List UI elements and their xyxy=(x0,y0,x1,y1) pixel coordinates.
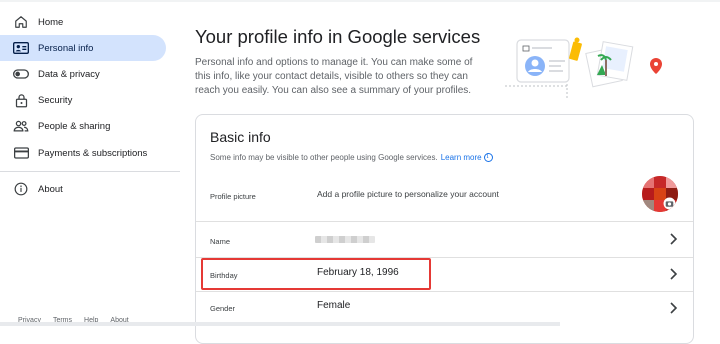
sidebar-item-about[interactable]: About xyxy=(0,176,166,202)
chevron-right-icon xyxy=(670,233,678,245)
chevron-right-icon xyxy=(670,268,678,280)
sidebar-item-label: Data & privacy xyxy=(38,68,100,80)
row-label: Gender xyxy=(210,304,236,313)
row-label: Name xyxy=(210,237,231,246)
chevron-right-icon xyxy=(670,302,678,314)
sidebar-item-personal-info[interactable]: Personal info xyxy=(0,35,166,61)
sidebar-item-label: Security xyxy=(38,94,73,106)
sidebar-item-home[interactable]: Home xyxy=(0,9,166,35)
sidebar-item-label: Personal info xyxy=(38,42,94,54)
card-title: Basic info xyxy=(210,129,271,145)
sidebar-item-label: People & sharing xyxy=(38,120,111,132)
credit-card-icon xyxy=(13,145,29,161)
avatar[interactable] xyxy=(642,176,678,212)
sidebar-item-payments[interactable]: Payments & subscriptions xyxy=(0,140,166,166)
horizontal-scrollbar[interactable] xyxy=(0,322,560,326)
info-icon xyxy=(483,153,493,162)
card-subtitle: Some info may be visible to other people… xyxy=(210,153,493,162)
camera-icon xyxy=(663,197,676,210)
redacted-name-value xyxy=(315,236,375,243)
profile-picture-row[interactable]: Profile picture Add a profile picture to… xyxy=(196,171,693,221)
info-circle-icon xyxy=(13,181,29,197)
sidebar-item-data-privacy[interactable]: Data & privacy xyxy=(0,61,166,87)
page-description: Personal info and options to manage it. … xyxy=(195,57,473,96)
id-card-icon xyxy=(13,40,29,56)
sidebar-nav: Home Personal info Data & privacy Securi… xyxy=(0,0,180,326)
home-icon xyxy=(13,14,29,30)
sidebar-item-label: Home xyxy=(38,16,64,28)
row-label: Birthday xyxy=(210,271,238,280)
page-title: Your profile info in Google services xyxy=(195,26,481,47)
birthday-row[interactable]: Birthday February 18, 1996 xyxy=(196,257,693,292)
people-icon xyxy=(13,118,29,134)
name-row[interactable]: Name xyxy=(196,221,693,258)
sidebar-item-label: About xyxy=(38,183,63,195)
profile-illustration xyxy=(505,30,675,100)
lock-icon xyxy=(13,92,29,108)
birthday-value: February 18, 1996 xyxy=(317,267,399,278)
sidebar-divider xyxy=(0,171,180,172)
row-label: Profile picture xyxy=(210,192,256,201)
gender-value: Female xyxy=(317,300,351,311)
row-value: Add a profile picture to personalize you… xyxy=(317,189,499,199)
toggle-icon xyxy=(13,66,29,82)
card-subtitle-text: Some info may be visible to other people… xyxy=(210,153,438,162)
learn-more-link[interactable]: Learn more xyxy=(441,153,482,162)
sidebar-item-people-sharing[interactable]: People & sharing xyxy=(0,113,166,139)
sidebar-item-security[interactable]: Security xyxy=(0,87,166,113)
sidebar-item-label: Payments & subscriptions xyxy=(38,147,148,159)
basic-info-card: Basic info Some info may be visible to o… xyxy=(195,114,694,344)
